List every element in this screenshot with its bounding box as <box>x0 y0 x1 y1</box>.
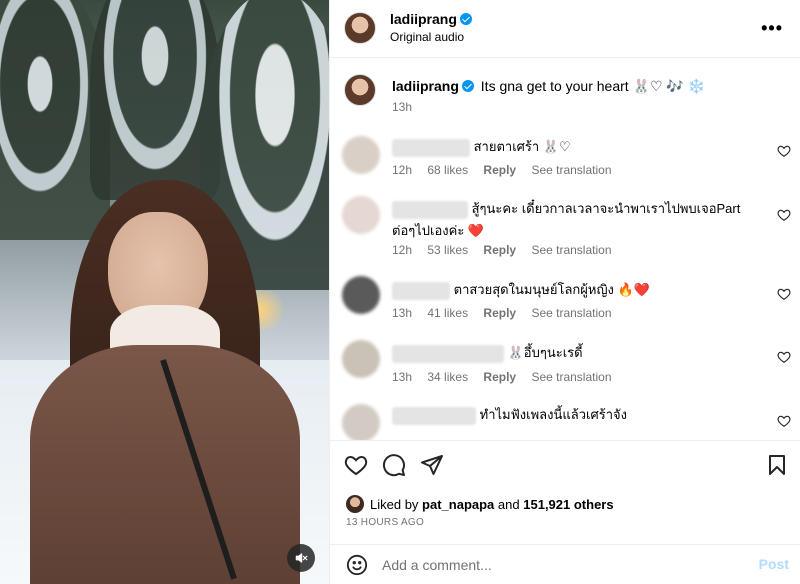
muted-speaker-icon <box>295 553 308 563</box>
see-translation-link[interactable]: See translation <box>531 243 611 257</box>
comment-meta: 13h 41 likes Reply See translation <box>392 306 624 320</box>
add-comment-bar: Post <box>330 544 800 584</box>
verified-badge-icon <box>461 80 474 92</box>
commenter-avatar[interactable] <box>342 136 380 174</box>
comment-likes[interactable]: 41 likes <box>427 306 468 320</box>
instagram-post-modal: ladiiprang Original audio ••• ladiiprang… <box>0 0 800 584</box>
commenter-avatar[interactable] <box>342 196 380 234</box>
commenter-avatar[interactable] <box>342 340 380 378</box>
liker-others-count[interactable]: 151,921 others <box>523 497 613 512</box>
author-avatar[interactable] <box>344 12 376 44</box>
see-translation-link[interactable]: See translation <box>531 370 611 384</box>
comment-likes[interactable]: 53 likes <box>427 243 468 257</box>
comment-meta: 12h 68 likes Reply See translation <box>392 163 624 177</box>
author-info: ladiiprang Original audio <box>390 11 472 44</box>
post-side-panel: ladiiprang Original audio ••• ladiiprang… <box>329 0 800 584</box>
reply-button[interactable]: Reply <box>483 306 516 320</box>
heart-icon[interactable] <box>777 144 791 158</box>
comment-time: 12h <box>392 243 413 257</box>
reply-button[interactable]: Reply <box>483 163 516 177</box>
comment-input[interactable] <box>382 555 722 575</box>
comment-meta: 12h 53 likes Reply See translation <box>392 243 624 257</box>
see-translation-link[interactable]: See translation <box>531 163 611 177</box>
comment-time: 13h <box>392 370 413 384</box>
heart-icon[interactable] <box>777 208 791 222</box>
comment-text: 🐰อึ้บๆนะเรดี้ <box>507 345 583 360</box>
author-username[interactable]: ladiiprang <box>390 11 457 27</box>
commenter-avatar[interactable] <box>342 404 380 440</box>
comment-body: ตาสวยสุดในมนุษย์โลกผู้หญิง 🔥❤️ <box>392 279 761 301</box>
post-header: ladiiprang Original audio ••• <box>330 0 800 58</box>
likes-summary: Liked by pat_napapa and 151,921 others <box>346 495 614 513</box>
liker-avatar[interactable] <box>346 495 364 513</box>
heart-icon[interactable] <box>777 414 791 428</box>
more-options-icon[interactable]: ••• <box>761 18 783 39</box>
caption-timestamp: 13h <box>392 100 413 114</box>
heart-icon[interactable] <box>777 350 791 364</box>
commenter-username-blurred[interactable] <box>392 281 450 300</box>
comment-item: สู้ๆนะคะ เดี๋ยวกาลเวลาจะนำพาเราไปพบเจอPa… <box>330 192 800 274</box>
caption-text-row: ladiiprang Its gna get to your heart 🐰♡ … <box>392 78 705 95</box>
liked-by-joiner: and <box>497 497 520 512</box>
comment-item: ตาสวยสุดในมนุษย์โลกผู้หญิง 🔥❤️ 13h 41 li… <box>330 274 800 336</box>
comment-icon[interactable] <box>382 453 406 477</box>
liker-username[interactable]: pat_napapa <box>422 497 494 512</box>
liked-by-prefix: Liked by <box>370 497 419 512</box>
reply-button[interactable]: Reply <box>483 243 516 257</box>
comment-body: สายตาเศร้า 🐰♡ <box>392 136 761 158</box>
commenter-username-blurred[interactable] <box>392 138 470 157</box>
comment-body: ทำไมฟังเพลงนี้แล้วเศร้าจัง <box>392 404 761 426</box>
post-video[interactable] <box>0 0 329 584</box>
post-timestamp[interactable]: 13 HOURS AGO <box>346 517 424 528</box>
comment-item: สายตาเศร้า 🐰♡ 12h 68 likes Reply See tra… <box>330 128 800 192</box>
caption-avatar[interactable] <box>344 74 376 106</box>
comment-body: 🐰อึ้บๆนะเรดี้ <box>392 342 761 364</box>
commenter-avatar[interactable] <box>342 276 380 314</box>
share-icon[interactable] <box>420 453 444 477</box>
person-jacket <box>30 345 300 584</box>
comment-likes[interactable]: 34 likes <box>427 370 468 384</box>
comment-body: สู้ๆนะคะ เดี๋ยวกาลเวลาจะนำพาเราไปพบเจอPa… <box>392 198 761 242</box>
verified-badge-icon <box>459 13 472 25</box>
comment-item: 🐰อึ้บๆนะเรดี้ 13h 34 likes Reply See tra… <box>330 336 800 398</box>
heart-icon[interactable] <box>777 287 791 301</box>
caption-username[interactable]: ladiiprang <box>392 78 459 94</box>
mute-toggle-button[interactable] <box>287 544 315 572</box>
reply-button[interactable]: Reply <box>483 370 516 384</box>
comment-time: 13h <box>392 306 413 320</box>
see-translation-link[interactable]: See translation <box>531 306 611 320</box>
comment-likes[interactable]: 68 likes <box>427 163 468 177</box>
caption-text: Its gna get to your heart 🐰♡ 🎶 ❄️ <box>480 78 706 94</box>
commenter-username-blurred[interactable] <box>392 344 504 363</box>
post-caption: ladiiprang Its gna get to your heart 🐰♡ … <box>330 58 800 128</box>
audio-label[interactable]: Original audio <box>390 30 472 44</box>
bookmark-icon[interactable] <box>765 453 789 477</box>
commenter-username-blurred[interactable] <box>392 200 468 219</box>
comment-item: ทำไมฟังเพลงนี้แล้วเศร้าจัง <box>330 398 800 440</box>
comment-text: สายตาเศร้า 🐰♡ <box>473 139 571 154</box>
comment-time: 12h <box>392 163 413 177</box>
comment-text: ตาสวยสุดในมนุษย์โลกผู้หญิง 🔥❤️ <box>453 282 650 297</box>
emoji-icon[interactable] <box>346 554 368 576</box>
commenter-username-blurred[interactable] <box>392 406 476 425</box>
comment-meta: 13h 34 likes Reply See translation <box>392 370 624 384</box>
heart-icon[interactable] <box>344 453 368 477</box>
comment-text: ทำไมฟังเพลงนี้แล้วเศร้าจัง <box>479 407 627 422</box>
post-actions: Liked by pat_napapa and 151,921 others 1… <box>330 440 800 540</box>
post-comment-button[interactable]: Post <box>759 556 789 572</box>
